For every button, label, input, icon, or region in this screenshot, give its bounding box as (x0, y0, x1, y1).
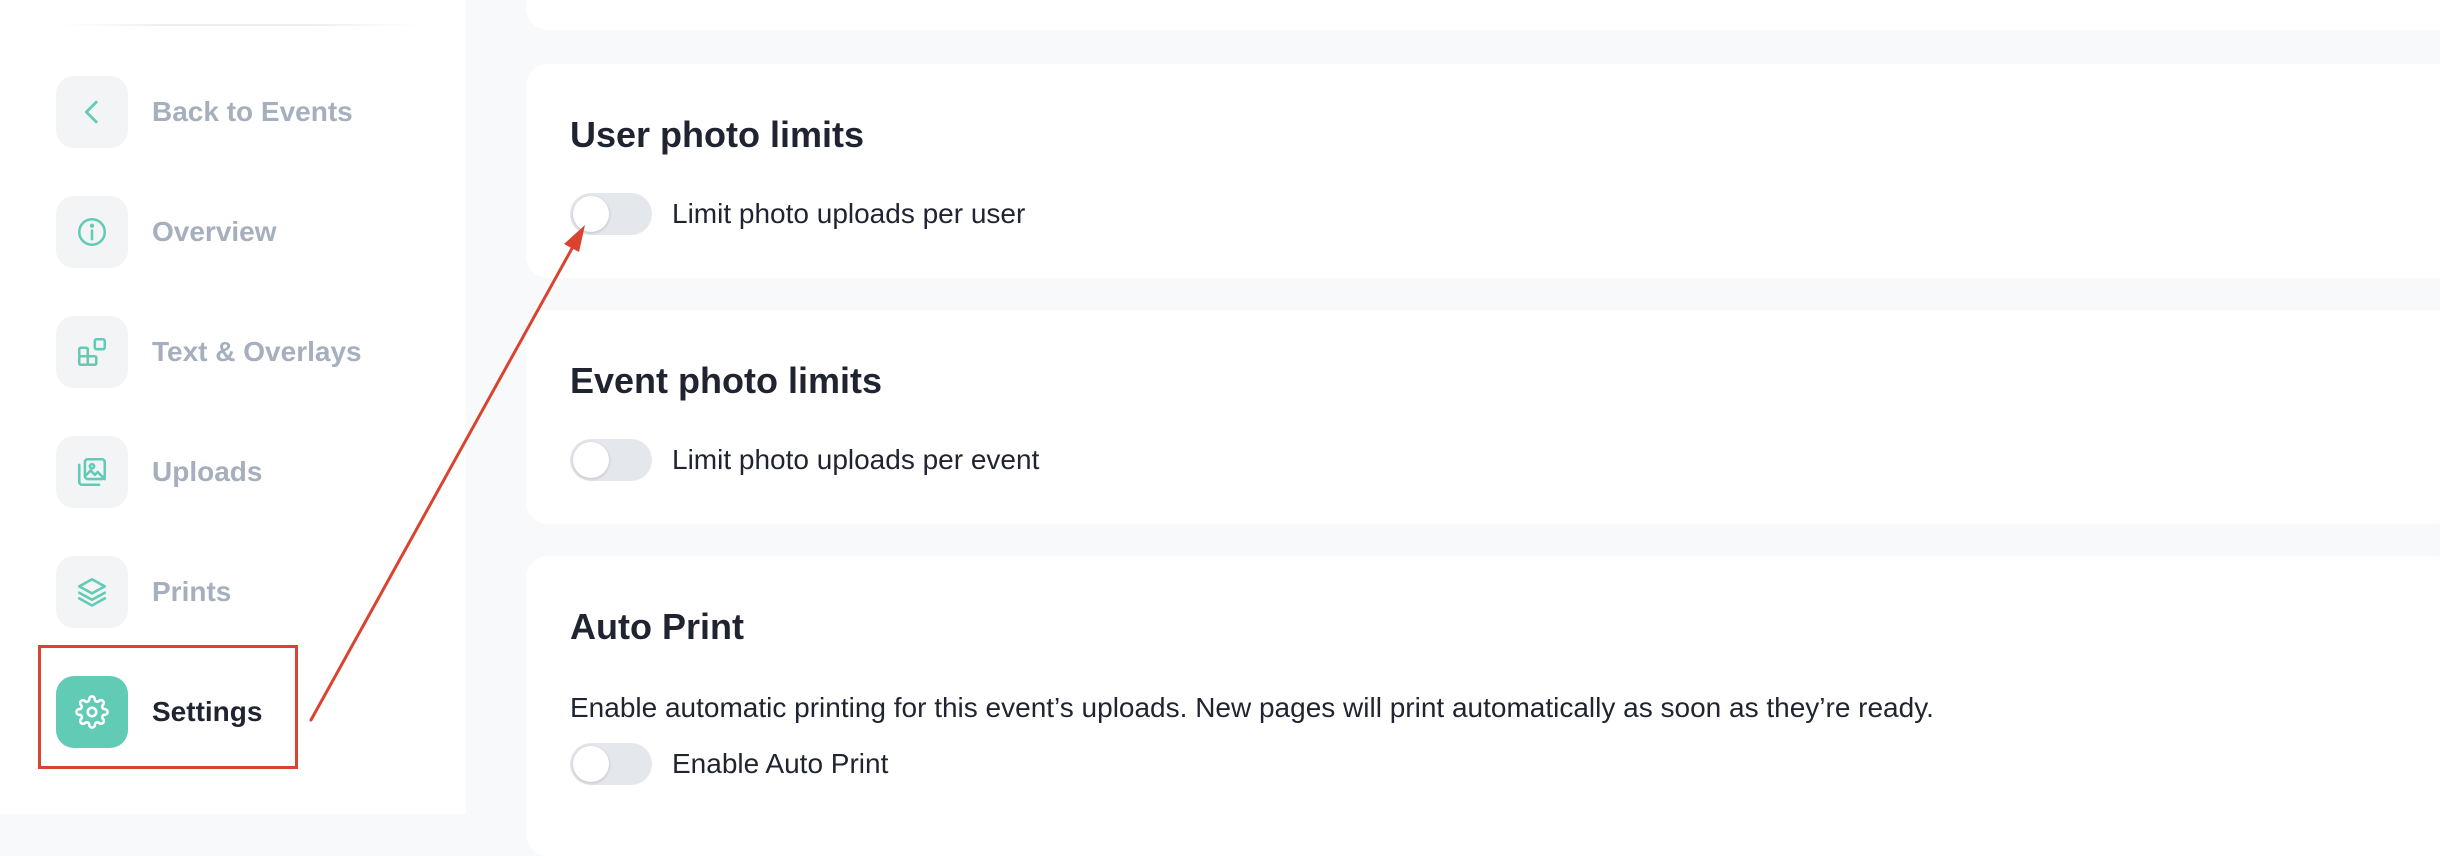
auto-print-toggle[interactable] (570, 743, 652, 785)
sidebar-item-label: Overview (152, 216, 277, 247)
auto-print-toggle-row: Enable Auto Print (570, 742, 888, 786)
section-title: User photo limits (570, 114, 865, 155)
section-title: Event photo limits (570, 360, 883, 401)
sidebar-divider (60, 24, 420, 26)
previous-section-card (526, 0, 2440, 30)
sidebar-item-back-to-events[interactable]: Back to Events (56, 75, 353, 149)
section-title: Auto Print (570, 606, 744, 647)
gallery-icon (56, 436, 128, 508)
sidebar-item-text-overlays[interactable]: Text & Overlays (56, 315, 362, 389)
layers-icon (56, 556, 128, 628)
sidebar-item-label: Prints (152, 576, 232, 607)
toggle-label: Limit photo uploads per event (672, 444, 1040, 475)
sidebar-item-uploads[interactable]: Uploads (56, 435, 262, 509)
sidebar-item-label: Uploads (152, 456, 263, 487)
toggle-knob (573, 746, 609, 782)
sidebar-item-overview[interactable]: Overview (56, 195, 277, 269)
user-photo-limit-toggle-row: Limit photo uploads per user (570, 192, 1025, 236)
annotation-highlight-box (38, 645, 298, 769)
event-photo-limit-toggle[interactable] (570, 439, 652, 481)
info-icon (56, 196, 128, 268)
toggle-label: Limit photo uploads per user (672, 198, 1026, 229)
user-photo-limit-toggle[interactable] (570, 193, 652, 235)
event-photo-limit-toggle-row: Limit photo uploads per event (570, 438, 1039, 482)
auto-print-card: Auto Print Enable automatic printing for… (526, 556, 2440, 856)
toggle-knob (573, 442, 609, 478)
chevron-left-icon (56, 76, 128, 148)
event-photo-limits-card: Event photo limits Limit photo uploads p… (526, 310, 2440, 524)
toggle-label: Enable Auto Print (672, 748, 889, 779)
sidebar-item-label: Text & Overlays (152, 336, 362, 367)
sidebar-item-prints[interactable]: Prints (56, 555, 231, 629)
toggle-knob (573, 196, 609, 232)
section-description: Enable automatic printing for this event… (570, 692, 1934, 723)
user-photo-limits-card: User photo limits Limit photo uploads pe… (526, 64, 2440, 278)
sidebar-item-label: Back to Events (152, 96, 353, 127)
overlays-icon (56, 316, 128, 388)
